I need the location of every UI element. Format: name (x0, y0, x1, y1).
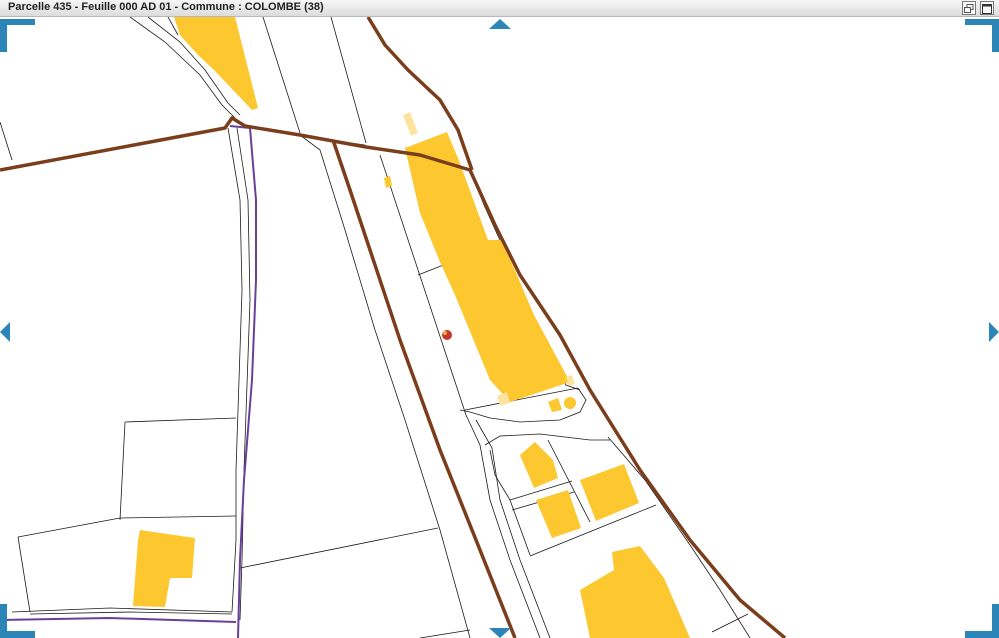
map-window: Parcelle 435 - Feuille 000 AD 01 - Commu… (0, 0, 999, 638)
title-bar: Parcelle 435 - Feuille 000 AD 01 - Commu… (0, 0, 999, 17)
building (564, 397, 576, 409)
restore-window-icon (964, 4, 974, 13)
maximize-window-button[interactable] (980, 1, 994, 15)
window-title: Parcelle 435 - Feuille 000 AD 01 - Commu… (8, 1, 324, 13)
maximize-window-icon (982, 4, 992, 14)
location-marker-icon[interactable] (442, 330, 452, 340)
restore-window-button[interactable] (962, 1, 976, 15)
cadastral-map[interactable] (0, 17, 999, 638)
